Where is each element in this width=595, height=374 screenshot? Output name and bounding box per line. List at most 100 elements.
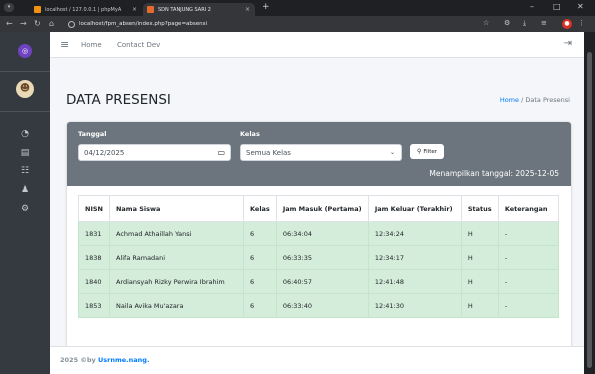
cell-keterangan: - — [497, 269, 560, 294]
url-bar[interactable]: localhost/fpm_absen/index.php?page=absen… — [68, 18, 468, 30]
presensi-table: NISN Nama Siswa Kelas Jam Masuk (Pertama… — [78, 195, 560, 318]
presensi-card: Tanggal 04/12/2025 ▭ Kelas Semua Kelas ⌄… — [67, 122, 571, 358]
new-tab-button[interactable]: + — [262, 2, 270, 12]
user-avatar[interactable]: ☻ — [16, 80, 34, 98]
breadcrumb-current: Data Presensi — [525, 96, 570, 104]
site-info-icon[interactable] — [68, 20, 75, 28]
cell-status: H — [460, 269, 499, 294]
top-navbar: ≡ Home Contact Dev ⇥ — [50, 32, 584, 58]
forward-icon[interactable]: → — [20, 19, 27, 28]
maximize-button[interactable]: □ — [553, 2, 561, 11]
scrollbar-thumb[interactable] — [587, 52, 592, 368]
kelas-selected-value: Semua Kelas — [246, 148, 291, 157]
close-tab-icon[interactable]: × — [245, 6, 250, 13]
close-tab-icon[interactable]: × — [132, 6, 137, 13]
close-window-button[interactable]: ✕ — [577, 2, 584, 11]
cell-keterangan: - — [497, 221, 560, 246]
cell-kelas: 6 — [242, 245, 277, 270]
cell-nama: Ardiansyah Rizky Perwira Ibrahim — [108, 269, 244, 294]
tanggal-value: 04/12/2025 — [84, 148, 125, 157]
tanggal-label: Tanggal — [78, 130, 107, 138]
tab-title: localhost / 127.0.0.1 | phpMyA — [45, 6, 122, 13]
cell-kelas: 6 — [242, 293, 277, 318]
search-icon: ⚲ — [416, 148, 422, 155]
dashboard-icon[interactable]: ◔ — [19, 129, 31, 139]
back-icon[interactable]: ← — [6, 19, 13, 28]
page-scrollbar[interactable] — [584, 32, 595, 374]
cell-jam-masuk: 06:33:35 — [275, 245, 369, 270]
table-row: 1840 Ardiansyah Rizky Perwira Ibrahim 6 … — [78, 269, 560, 294]
table-header-row: NISN Nama Siswa Kelas Jam Masuk (Pertama… — [78, 195, 560, 222]
cell-jam-masuk: 06:33:40 — [275, 293, 369, 318]
tab-title: SDN TANJUNG SARI 2 — [158, 6, 211, 13]
footer-copyright: 2025 ©by Usrnme.nang. — [60, 356, 149, 364]
phpmyadmin-favicon-icon — [34, 6, 41, 13]
more-menu-icon[interactable]: ⋮ — [578, 19, 585, 27]
page-title: DATA PRESENSI — [66, 92, 171, 108]
showing-date-text: Menampilkan tanggal: 2025-12-05 — [429, 169, 559, 178]
cell-status: H — [460, 221, 499, 246]
calendar-picker-icon[interactable]: ▭ — [217, 148, 225, 157]
footer-prefix: 2025 ©by — [60, 356, 99, 364]
header-jam-keluar: Jam Keluar (Terakhir) — [367, 195, 462, 222]
logout-icon[interactable]: ⇥ — [564, 38, 572, 49]
download-icon[interactable]: ⤓ — [523, 19, 526, 28]
extension-icon[interactable]: ⚙ — [504, 19, 510, 27]
cell-nama: Alifa Ramadani — [108, 245, 244, 270]
header-jam-masuk: Jam Masuk (Pertama) — [275, 195, 369, 222]
cell-nama: Achmad Athaillah Yansi — [108, 221, 244, 246]
breadcrumb-separator: / — [521, 96, 524, 104]
sidebar-divider — [0, 71, 50, 72]
cell-jam-keluar: 12:41:30 — [367, 293, 462, 318]
header-status: Status — [460, 195, 499, 222]
tanggal-date-input[interactable]: 04/12/2025 ▭ — [78, 144, 231, 161]
app-sidebar: ◎ ☻ ◔ ▤ ☷ ♟ ⚙ — [0, 32, 50, 374]
footer-brand-link[interactable]: Usrnme.nang. — [98, 356, 149, 364]
calendar-icon[interactable]: ▤ — [19, 148, 31, 158]
cell-nama: Naila Avika Mu'azara — [108, 293, 244, 318]
kelas-label: Kelas — [240, 130, 260, 138]
address-toolbar: ← → ↻ ⌂ localhost/fpm_absen/index.php?pa… — [0, 16, 595, 32]
browser-tab-phpmyadmin[interactable]: localhost / 127.0.0.1 | phpMyA × — [30, 3, 142, 16]
settings-icon[interactable]: ⚙ — [19, 204, 31, 214]
table-row: 1838 Alifa Ramadani 6 06:33:35 12:34:17 … — [78, 245, 560, 270]
cell-jam-keluar: 12:34:24 — [367, 221, 462, 246]
browser-tab-sdn[interactable]: SDN TANJUNG SARI 2 × — [143, 3, 255, 16]
user-group-icon[interactable]: ♟ — [19, 185, 31, 195]
tab-search-icon[interactable]: ▾ — [4, 3, 14, 12]
home-icon[interactable]: ⌂ — [49, 19, 54, 28]
brand-logo-icon[interactable]: ◎ — [18, 44, 32, 58]
nav-home-link[interactable]: Home — [81, 41, 102, 49]
kelas-select[interactable]: Semua Kelas ⌄ — [240, 144, 402, 161]
main-content: ≡ Home Contact Dev ⇥ DATA PRESENSI Home … — [50, 32, 584, 374]
cell-jam-keluar: 12:34:17 — [367, 245, 462, 270]
media-icon[interactable]: ≡ — [541, 19, 547, 27]
reload-icon[interactable]: ↻ — [34, 19, 41, 28]
cell-nisn: 1831 — [78, 221, 110, 246]
cell-nisn: 1840 — [78, 269, 110, 294]
minimize-button[interactable]: – — [530, 2, 534, 11]
filter-button[interactable]: ⚲ Filter — [410, 144, 444, 159]
cell-jam-keluar: 12:41:48 — [367, 269, 462, 294]
profile-avatar[interactable]: ● — [562, 19, 572, 29]
page-footer: 2025 ©by Usrnme.nang. — [50, 346, 584, 374]
users-icon[interactable]: ☷ — [19, 166, 31, 176]
cell-jam-masuk: 06:34:04 — [275, 221, 369, 246]
cell-nisn: 1853 — [78, 293, 110, 318]
breadcrumb-home-link[interactable]: Home — [500, 96, 519, 104]
cell-status: H — [460, 293, 499, 318]
header-nisn: NISN — [78, 195, 110, 222]
cell-jam-masuk: 06:40:57 — [275, 269, 369, 294]
bookmark-star-icon[interactable]: ☆ — [483, 19, 489, 27]
filter-button-label: Filter — [423, 148, 438, 155]
cell-keterangan: - — [497, 245, 560, 270]
header-kelas: Kelas — [242, 195, 277, 222]
nav-contact-link[interactable]: Contact Dev — [117, 41, 160, 49]
browser-tab-bar: ▾ localhost / 127.0.0.1 | phpMyA × SDN T… — [0, 0, 595, 16]
table-row: 1853 Naila Avika Mu'azara 6 06:33:40 12:… — [78, 293, 560, 318]
cell-kelas: 6 — [242, 221, 277, 246]
url-text: localhost/fpm_absen/index.php?page=absen… — [79, 21, 208, 27]
cell-kelas: 6 — [242, 269, 277, 294]
hamburger-menu-icon[interactable]: ≡ — [60, 38, 69, 51]
cell-status: H — [460, 245, 499, 270]
